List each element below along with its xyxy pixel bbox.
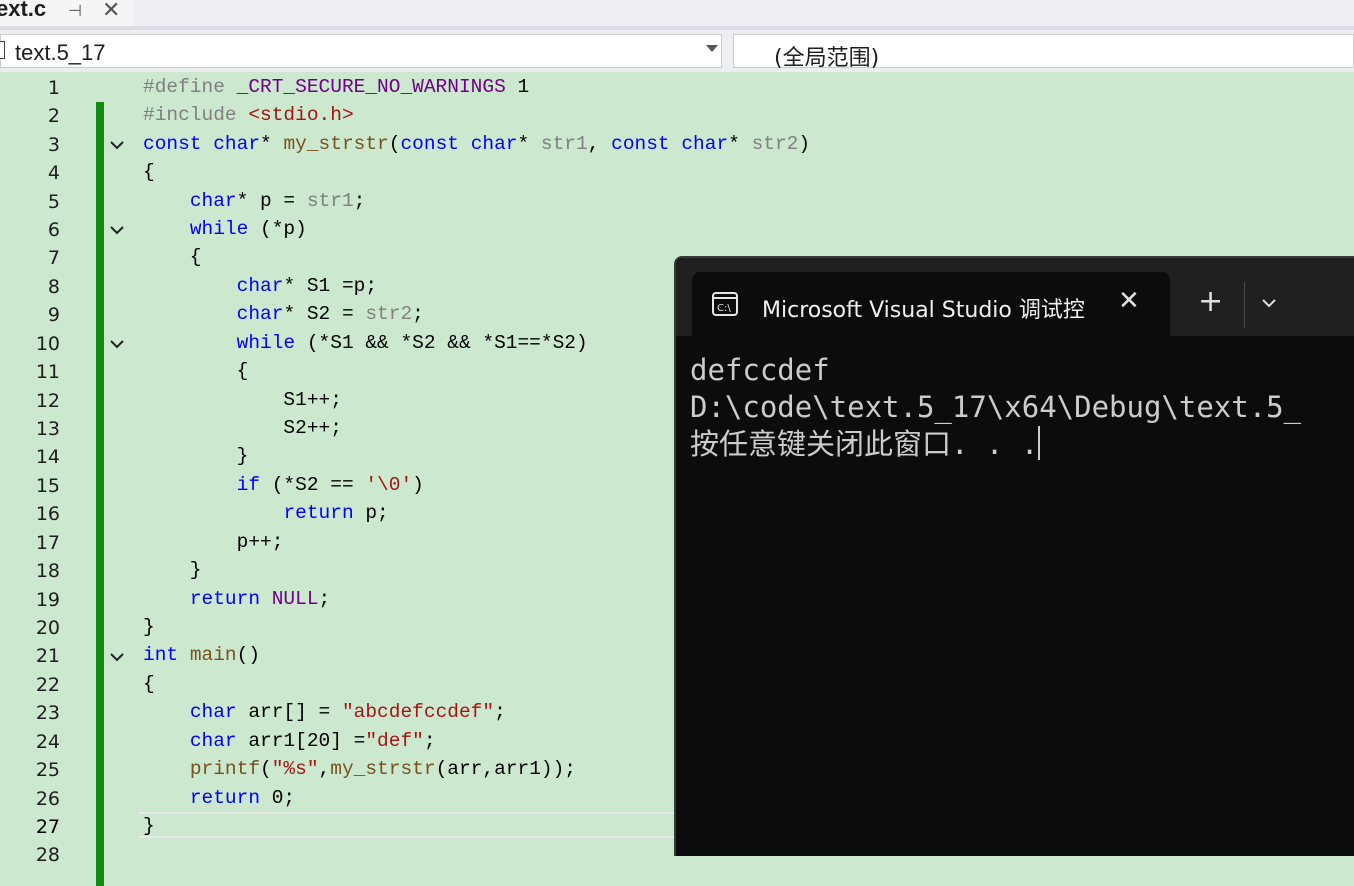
line-number: 16 [35,503,60,525]
line-number: 11 [35,361,60,383]
code-line: return 0; [189,787,296,809]
code-line: #include <stdio.h> [143,104,354,126]
line-number: 4 [47,162,60,184]
line-number: 19 [35,589,60,611]
code-line: if (*S2 == '\0') [236,474,424,496]
code-line: return NULL; [189,588,331,610]
code-line: char arr1[20] ="def"; [189,730,436,752]
title-bar-divider [1244,282,1245,328]
chevron-down-icon[interactable] [706,45,718,52]
line-number: 24 [35,731,60,753]
code-line: char* S2 = str2; [236,303,424,325]
line-number: 5 [47,191,60,213]
code-line: { [143,673,155,695]
line-number: 12 [35,390,60,412]
line-number: 20 [35,617,60,639]
code-line: S2++; [143,417,342,439]
collapse-toggle[interactable] [108,335,126,353]
line-number: 7 [47,247,60,269]
line-number: 8 [47,276,60,298]
code-line: { [143,161,155,183]
console-output-line: 按任意键关闭此窗口. . . [690,426,1301,463]
chevron-down-icon[interactable] [1262,296,1276,310]
console-tab[interactable]: C:\ Microsoft Visual Studio 调试控 ✕ [692,272,1170,336]
code-line: while (*S1 && *S2 && *S1==*S2) [236,332,588,354]
close-icon[interactable]: ✕ [1118,286,1140,316]
close-icon[interactable]: ✕ [102,0,120,23]
project-dropdown[interactable]: text.5_17 [0,34,722,68]
code-line: int main() [143,644,261,666]
code-line: } [143,815,155,837]
text-cursor [1038,426,1041,460]
line-number: 27 [35,816,60,838]
console-prompt-text: 按任意键关闭此窗口. . . [690,427,1039,461]
line-number: 3 [47,134,60,156]
code-line: while (*p) [189,218,307,240]
console-output-line: D:\code\text.5_17\x64\Debug\text.5_ [690,390,1302,424]
line-number: 14 [35,446,60,468]
code-line: p++; [143,531,284,553]
line-number: 23 [35,702,60,724]
line-number: 15 [35,475,60,497]
code-line: printf("%s",my_strstr(arr,arr1)); [189,758,577,780]
scope-dropdown-value: (全局范围) [774,46,880,71]
line-number: 21 [35,645,60,667]
line-number: 13 [35,418,60,440]
code-line: return p; [283,502,389,524]
code-line: char* p = str1; [189,190,366,212]
line-number: 10 [35,333,60,355]
code-line: const char* my_strstr(const char* str1, … [143,133,811,155]
svg-text:C:\: C:\ [717,303,731,314]
code-line: S1++; [143,389,342,411]
collapse-toggle[interactable] [108,221,126,239]
line-number: 28 [35,844,60,866]
line-number: 6 [47,219,60,241]
line-number: 9 [47,304,60,326]
terminal-icon: C:\ [712,292,738,316]
tab-title[interactable]: ext.c [0,0,46,22]
line-number: 1 [47,77,60,99]
debug-console-window[interactable]: C:\ Microsoft Visual Studio 调试控 ✕ + defc… [674,256,1354,856]
code-line: } [143,559,202,581]
code-line: #define _CRT_SECURE_NO_WARNINGS 1 [143,76,530,98]
console-tab-title: Microsoft Visual Studio 调试控 [762,298,1085,323]
code-line: } [143,616,155,638]
project-dropdown-value: text.5_17 [15,40,106,65]
navigation-bar: text.5_17 (全局范围) [0,30,1354,72]
collapse-toggle[interactable] [108,136,126,154]
collapse-toggle[interactable] [108,648,126,666]
code-line: { [143,360,249,382]
line-number: 2 [47,105,60,127]
line-number: 17 [35,532,60,554]
code-line: char* S1 =p; [236,275,378,297]
line-number: 22 [35,674,60,696]
scope-dropdown[interactable]: (全局范围) [733,34,1354,71]
code-line: { [143,246,202,268]
file-icon [0,41,5,59]
pin-icon[interactable]: ⊣ [68,1,82,21]
console-title-bar: C:\ Microsoft Visual Studio 调试控 ✕ + [676,258,1354,336]
new-tab-button[interactable]: + [1198,284,1223,319]
document-tab-strip: ext.c ⊣ ✕ [0,0,1354,26]
code-line: } [143,445,249,467]
console-output: defccdef D:\code\text.5_17\x64\Debug\text… [690,352,1301,463]
console-output-line: defccdef [690,353,830,387]
code-line: char arr[] = "abcdefccdef"; [189,701,506,723]
line-number: 18 [35,560,60,582]
line-number: 25 [35,759,60,781]
document-tab[interactable]: ext.c ⊣ ✕ [0,0,133,26]
line-number: 26 [35,788,60,810]
